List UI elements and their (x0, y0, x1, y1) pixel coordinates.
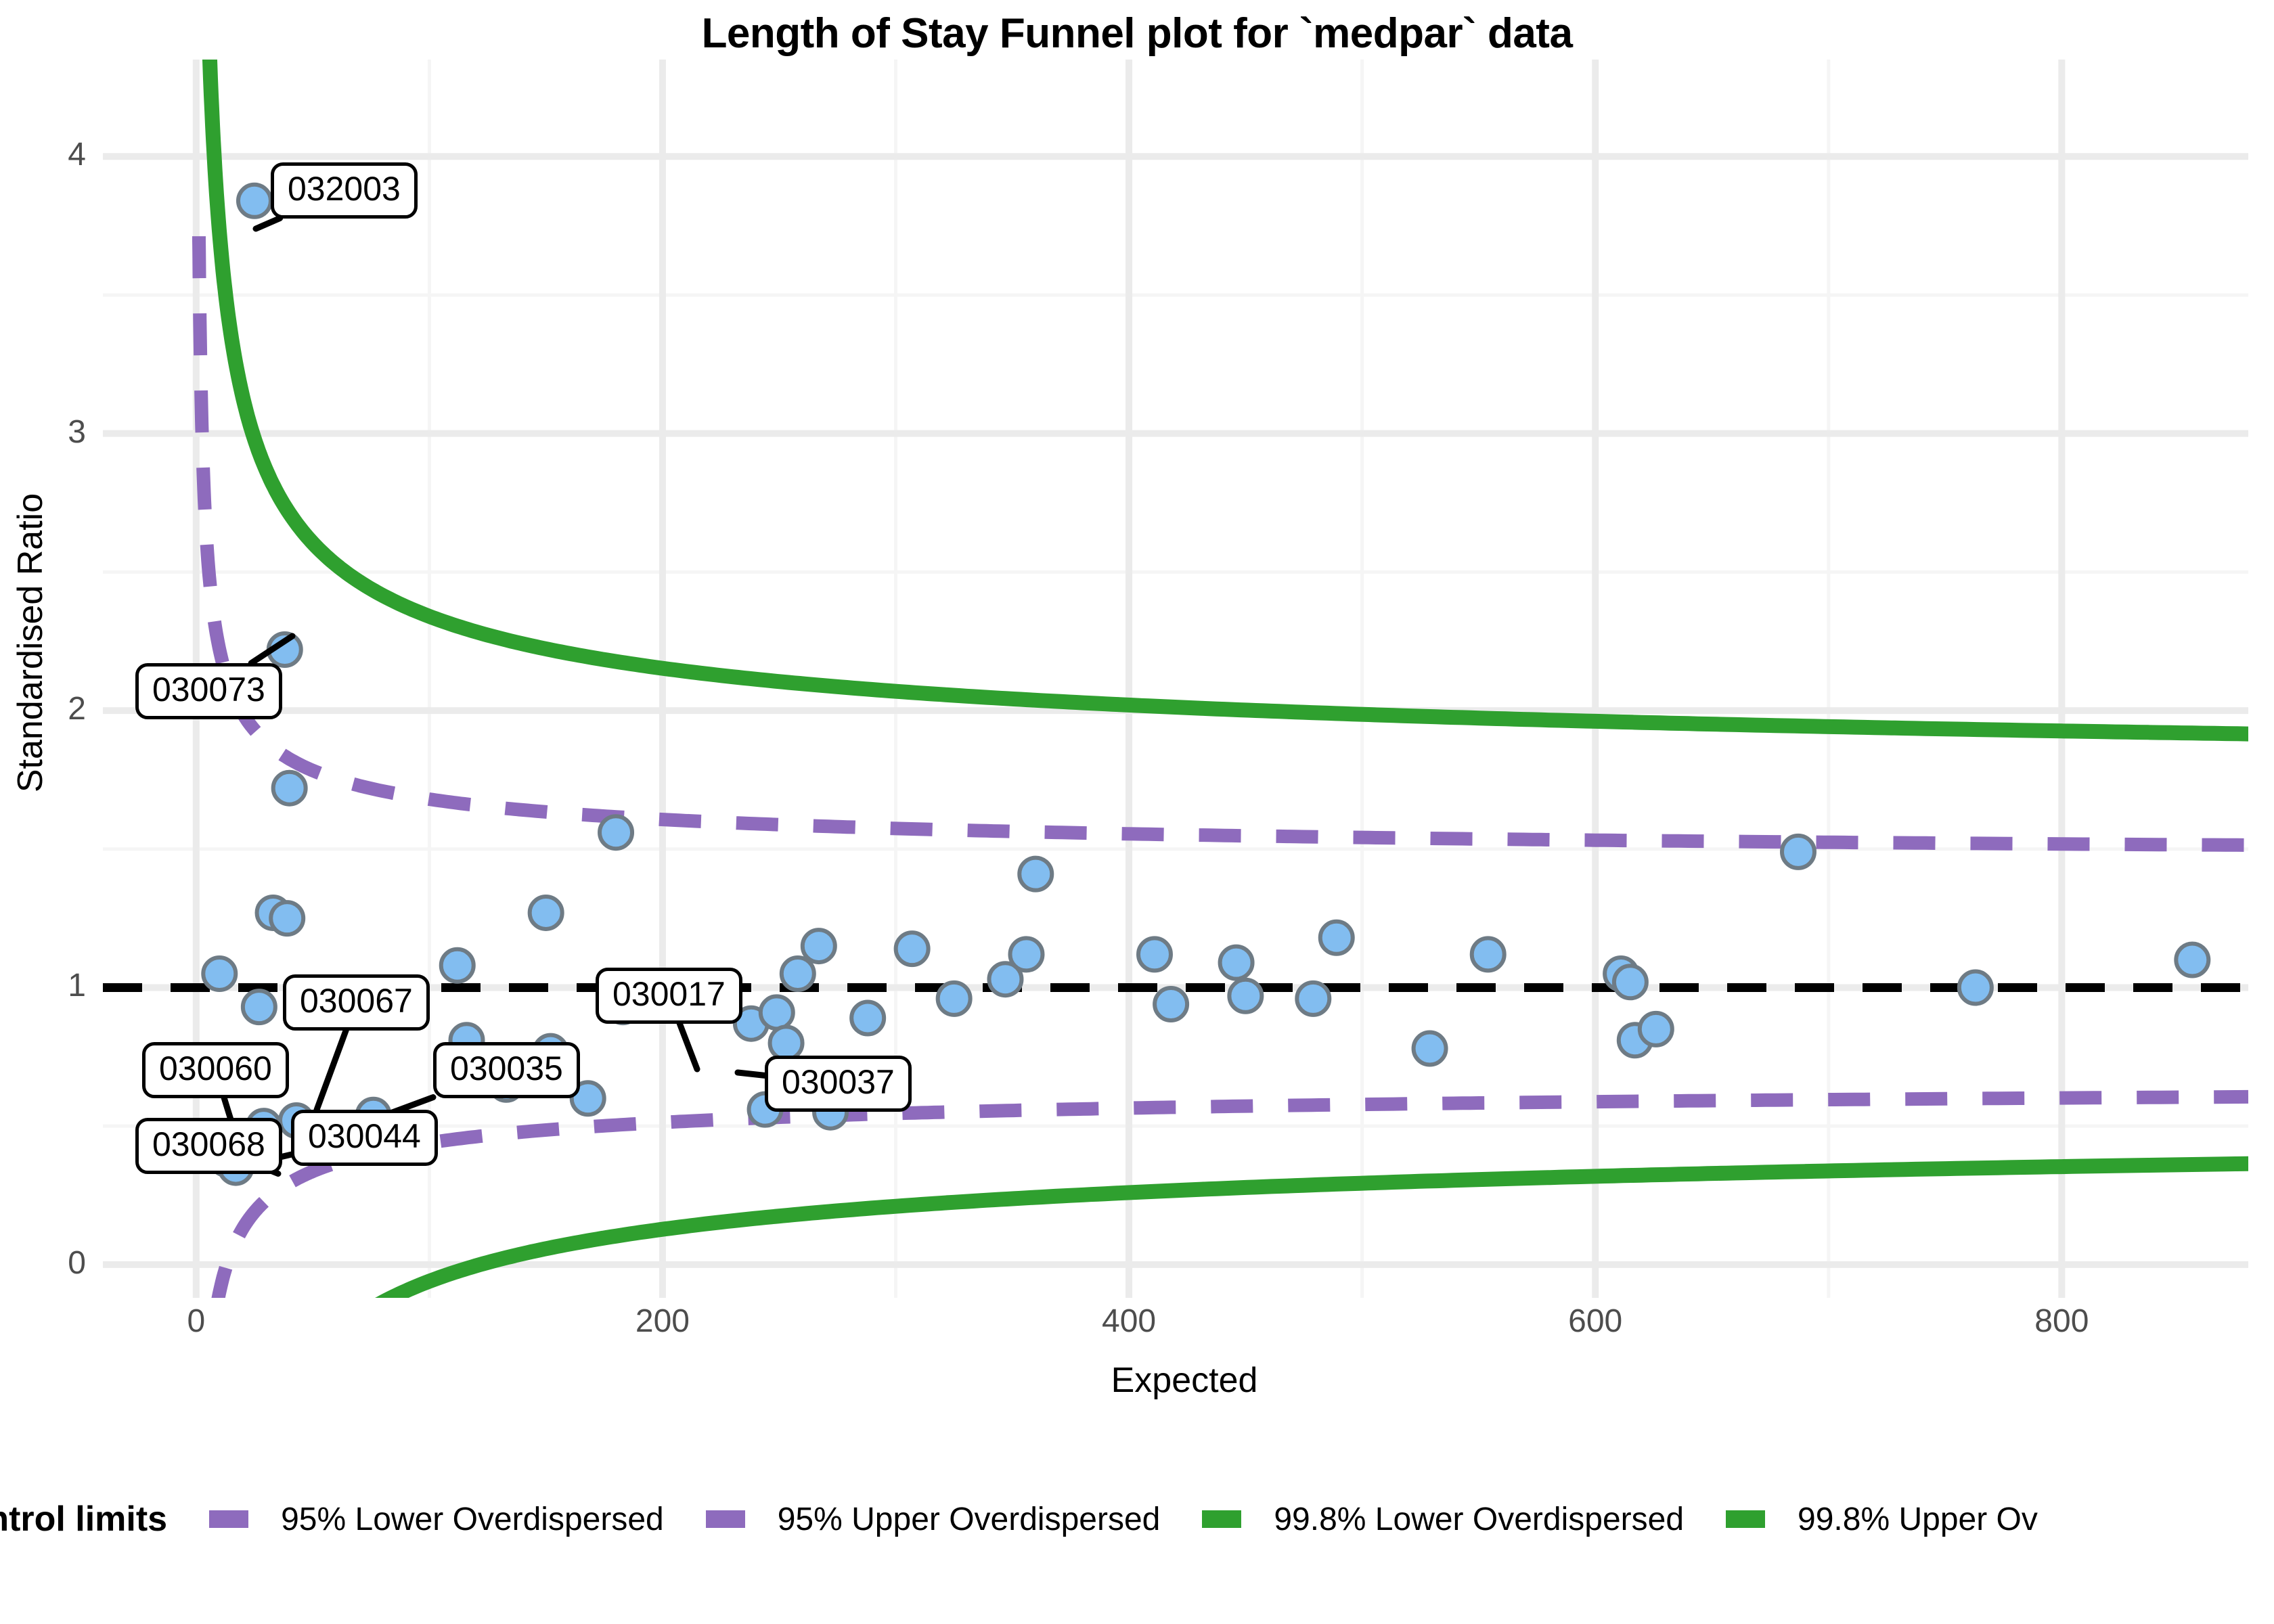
page-title: Length of Stay Funnel plot for `medpar` … (701, 10, 1573, 57)
legend: Control limits 95% Lower Overdispersed 95… (0, 1482, 2274, 1556)
scatter-point (236, 182, 273, 219)
scatter-point (266, 631, 303, 669)
annotation-label[interactable]: 030017 (596, 968, 742, 1024)
scatter-point (1611, 964, 1649, 1001)
legend-key-solid-icon (1726, 1510, 1766, 1528)
legend-label: 95% Upper Overdispersed (777, 1501, 1161, 1537)
annotation-label[interactable]: 030035 (433, 1042, 580, 1098)
scatter-point (935, 980, 973, 1017)
scatter-point (439, 947, 476, 984)
annotation-label[interactable]: 030037 (765, 1056, 912, 1112)
y-tick-4: 4 (68, 137, 86, 173)
y-axis-title: Standardised Ratio (11, 493, 50, 793)
scatter-point (201, 955, 238, 993)
scatter-point (779, 955, 816, 993)
scatter-point (767, 1024, 805, 1062)
scatter-point (758, 994, 795, 1031)
y-tick-2: 2 (68, 691, 86, 727)
scatter-point (1637, 1010, 1674, 1047)
scatter-point (1469, 936, 1507, 973)
legend-item-1[interactable]: 95% Upper Overdispersed (705, 1501, 1161, 1538)
scatter-point (1008, 936, 1045, 973)
scatter-point (1411, 1030, 1448, 1067)
scatter-point (2174, 941, 2211, 978)
annotation-label[interactable]: 030044 (291, 1110, 438, 1166)
annotation-label[interactable]: 032003 (271, 162, 418, 219)
scatter-point (1227, 977, 1264, 1014)
scatter-point (1779, 833, 1816, 870)
scatter-point (1153, 986, 1190, 1023)
scatter-point (1017, 855, 1054, 893)
x-tick-400: 400 (1102, 1303, 1157, 1339)
scatter-point (849, 999, 887, 1037)
x-axis-title: Expected (1111, 1361, 1258, 1400)
legend-key-solid-icon (1202, 1510, 1242, 1528)
scatter-point (1318, 919, 1355, 956)
scatter-point (800, 928, 837, 965)
x-tick-0: 0 (187, 1303, 206, 1339)
legend-item-3[interactable]: 99.8% Upper Ov (1726, 1501, 2038, 1538)
x-tick-800: 800 (2034, 1303, 2089, 1339)
scatter-point (1295, 980, 1332, 1017)
annotation-label[interactable]: 030068 (135, 1118, 282, 1174)
legend-item-0[interactable]: 95% Lower Overdispersed (209, 1501, 664, 1538)
scatter-point (598, 814, 635, 851)
scatter-point (893, 930, 931, 968)
legend-label: 99.8% Upper Ov (1798, 1501, 2038, 1537)
legend-key-dashed-icon (705, 1510, 745, 1528)
scatter-point (1136, 936, 1173, 973)
scatter-point (269, 900, 306, 937)
legend-label: 95% Lower Overdispersed (281, 1501, 664, 1537)
annotation-label[interactable]: 030060 (142, 1042, 289, 1098)
legend-item-2[interactable]: 99.8% Lower Overdispersed (1202, 1501, 1684, 1538)
legend-key-dashed-icon (209, 1510, 249, 1528)
y-tick-0: 0 (68, 1244, 86, 1281)
x-tick-600: 600 (1568, 1303, 1623, 1339)
scatter-point (271, 769, 308, 807)
legend-title: Control limits (0, 1499, 168, 1539)
legend-label: 99.8% Lower Overdispersed (1274, 1501, 1685, 1537)
annotation-label[interactable]: 030067 (283, 974, 430, 1031)
scatter-point (240, 989, 277, 1026)
scatter-point (1957, 969, 1994, 1006)
x-tick-200: 200 (635, 1303, 690, 1339)
annotation-label[interactable]: 030073 (135, 663, 282, 719)
y-tick-1: 1 (68, 968, 86, 1004)
scatter-point (527, 894, 564, 931)
y-tick-3: 3 (68, 413, 86, 450)
scatter-point (1218, 944, 1255, 981)
